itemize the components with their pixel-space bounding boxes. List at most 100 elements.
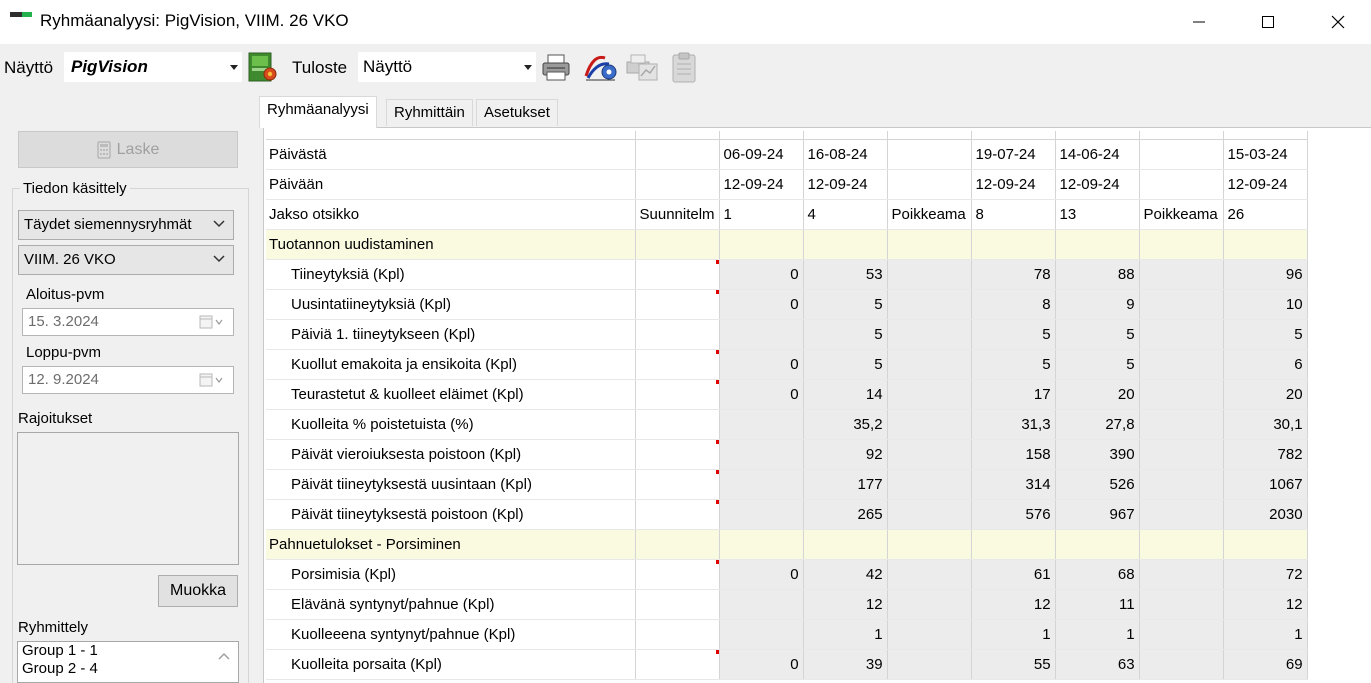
value-cell[interactable]: 2030 [1223, 499, 1308, 530]
list-item[interactable]: Group 2 - 4 [18, 660, 238, 678]
value-cell[interactable]: 390 [1055, 439, 1140, 470]
value-cell[interactable] [719, 409, 804, 440]
header-cell[interactable]: 15-03-24 [1223, 139, 1308, 170]
value-cell[interactable] [1139, 319, 1224, 350]
muokka-button[interactable]: Muokka [158, 575, 238, 607]
value-cell[interactable] [635, 349, 720, 380]
list-item[interactable]: Group 1 - 1 [18, 642, 238, 660]
value-cell[interactable] [635, 409, 720, 440]
value-cell[interactable] [719, 589, 804, 620]
mode-select[interactable]: Täydet siemennysryhmät [18, 210, 234, 240]
value-cell[interactable] [1139, 379, 1224, 410]
value-cell[interactable]: 10 [1223, 289, 1308, 320]
header-cell[interactable]: 4 [803, 199, 888, 230]
header-cell[interactable]: 26 [1223, 199, 1308, 230]
value-cell[interactable]: 96 [1223, 259, 1308, 290]
table-row[interactable]: Porsimisia (Kpl) 0 42 61 68 72 [266, 559, 1308, 590]
value-cell[interactable]: 0 [719, 349, 804, 380]
header-cell[interactable] [1139, 169, 1224, 200]
value-cell[interactable] [635, 379, 720, 410]
table-row[interactable]: Päiviä 1. tiineytykseen (Kpl) 5 5 5 5 [266, 319, 1308, 350]
header-cell[interactable]: 14-06-24 [1055, 139, 1140, 170]
value-cell[interactable] [719, 319, 804, 350]
value-cell[interactable]: 5 [803, 319, 888, 350]
period-select[interactable]: VIIM. 26 VKO [18, 245, 234, 275]
value-cell[interactable]: 17 [971, 379, 1056, 410]
header-cell[interactable]: 12-09-24 [803, 169, 888, 200]
end-date-picker[interactable]: 12. 9.2024 [22, 366, 234, 394]
value-cell[interactable]: 5 [1055, 349, 1140, 380]
value-cell[interactable]: 5 [803, 289, 888, 320]
header-cell[interactable] [887, 139, 972, 170]
value-cell[interactable] [635, 289, 720, 320]
nayto-combo[interactable]: PigVision [64, 52, 242, 82]
value-cell[interactable]: 8 [971, 289, 1056, 320]
value-cell[interactable]: 88 [1055, 259, 1140, 290]
header-cell[interactable]: 12-09-24 [971, 169, 1056, 200]
table-row[interactable]: Elävänä syntynyt/pahnue (Kpl) 12 12 11 12 [266, 589, 1308, 620]
header-cell[interactable]: 16-08-24 [803, 139, 888, 170]
value-cell[interactable]: 92 [803, 439, 888, 470]
value-cell[interactable] [887, 499, 972, 530]
value-cell[interactable]: 177 [803, 469, 888, 500]
header-cell[interactable]: 12-09-24 [1055, 169, 1140, 200]
start-date-picker[interactable]: 15. 3.2024 [22, 308, 234, 336]
value-cell[interactable] [635, 499, 720, 530]
value-cell[interactable] [887, 439, 972, 470]
value-cell[interactable]: 0 [719, 379, 804, 410]
value-cell[interactable]: 42 [803, 559, 888, 590]
tab-ryhmaanalyysi[interactable]: Ryhmäanalyysi [259, 96, 377, 128]
header-cell[interactable]: 1 [719, 199, 804, 230]
value-cell[interactable]: 9 [1055, 289, 1140, 320]
value-cell[interactable]: 576 [971, 499, 1056, 530]
table-row[interactable]: Päivät tiineytyksestä poistoon (Kpl) 265 5… [266, 499, 1308, 530]
value-cell[interactable] [1139, 289, 1224, 320]
value-cell[interactable]: 1 [1223, 619, 1308, 650]
header-cell[interactable]: 12-09-24 [719, 169, 804, 200]
value-cell[interactable]: 55 [971, 649, 1056, 680]
value-cell[interactable] [1139, 619, 1224, 650]
value-cell[interactable] [887, 559, 972, 590]
value-cell[interactable]: 53 [803, 259, 888, 290]
value-cell[interactable] [887, 289, 972, 320]
table-row[interactable]: Kuolleeena syntynyt/pahnue (Kpl) 1 1 1 1 [266, 619, 1308, 650]
value-cell[interactable]: 69 [1223, 649, 1308, 680]
value-cell[interactable]: 61 [971, 559, 1056, 590]
table-row[interactable]: Päivät vieroiuksesta poistoon (Kpl) 92 158… [266, 439, 1308, 470]
value-cell[interactable] [635, 259, 720, 290]
value-cell[interactable]: 11 [1055, 589, 1140, 620]
value-cell[interactable]: 14 [803, 379, 888, 410]
value-cell[interactable]: 20 [1055, 379, 1140, 410]
value-cell[interactable] [887, 319, 972, 350]
table-row[interactable]: Uusintatiineytyksiä (Kpl) 0 5 8 9 10 [266, 289, 1308, 320]
value-cell[interactable]: 78 [971, 259, 1056, 290]
analysis-grid[interactable]: Päivästä 06-09-24 16-08-24 19-07-24 14-06-24… [263, 127, 1371, 683]
value-cell[interactable]: 5 [971, 319, 1056, 350]
value-cell[interactable] [719, 469, 804, 500]
value-cell[interactable] [887, 469, 972, 500]
value-cell[interactable]: 265 [803, 499, 888, 530]
value-cell[interactable] [635, 469, 720, 500]
printer-icon[interactable] [539, 50, 573, 84]
value-cell[interactable]: 30,1 [1223, 409, 1308, 440]
value-cell[interactable]: 0 [719, 649, 804, 680]
header-cell[interactable]: 19-07-24 [971, 139, 1056, 170]
value-cell[interactable]: 31,3 [971, 409, 1056, 440]
scroll-up-icon[interactable] [218, 652, 230, 660]
grouping-list[interactable]: Group 1 - 1 Group 2 - 4 [17, 641, 239, 683]
laske-button[interactable]: Laske [18, 131, 238, 168]
header-cell[interactable]: 8 [971, 199, 1056, 230]
value-cell[interactable] [887, 649, 972, 680]
chart-settings-icon[interactable] [583, 50, 617, 84]
value-cell[interactable]: 1 [803, 619, 888, 650]
value-cell[interactable]: 27,8 [1055, 409, 1140, 440]
value-cell[interactable]: 39 [803, 649, 888, 680]
value-cell[interactable] [635, 589, 720, 620]
header-cell[interactable]: 12-09-24 [1223, 169, 1308, 200]
value-cell[interactable]: 72 [1223, 559, 1308, 590]
value-cell[interactable]: 5 [1223, 319, 1308, 350]
value-cell[interactable] [635, 319, 720, 350]
value-cell[interactable]: 12 [1223, 589, 1308, 620]
value-cell[interactable] [719, 439, 804, 470]
value-cell[interactable] [1139, 349, 1224, 380]
